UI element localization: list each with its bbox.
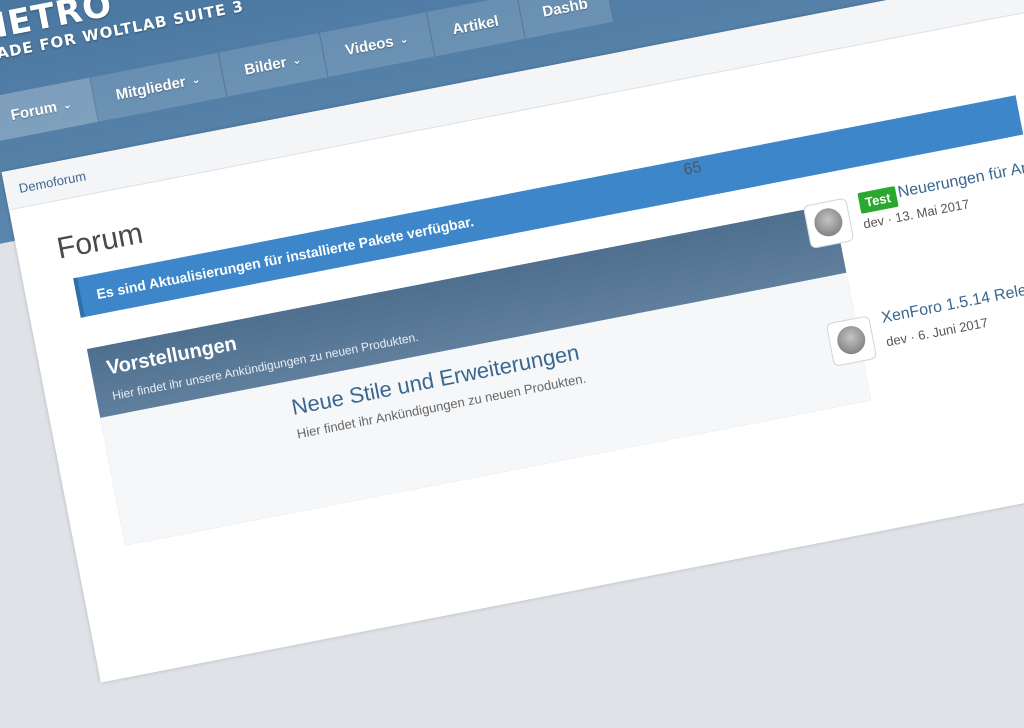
page-stage: METRO MADE FOR WOLTLAB SUITE 3 Forum ⌄ M…	[0, 0, 1024, 683]
chevron-down-icon: ⌄	[61, 98, 74, 113]
nav-label: Videos	[343, 33, 396, 60]
last-post-author[interactable]: dev	[862, 213, 885, 232]
nav-label: Mitglieder	[114, 73, 188, 104]
nav-label: Bilder	[242, 53, 288, 79]
nav-label: Dashb	[540, 0, 590, 21]
board-post-count: 65	[682, 158, 703, 179]
thread-label-badge: Test	[857, 186, 899, 214]
last-post-title-link[interactable]: XenForo 1.5.14 Released	[880, 275, 1024, 327]
chevron-down-icon: ⌄	[291, 53, 303, 68]
avatar[interactable]	[825, 315, 878, 367]
nav-label: Artikel	[450, 12, 501, 39]
user-avatar-icon	[834, 323, 868, 357]
chevron-down-icon: ⌄	[190, 73, 202, 88]
user-avatar-icon	[811, 205, 845, 239]
chevron-down-icon: ⌄	[398, 33, 410, 47]
page-title: Forum	[54, 216, 146, 266]
last-post-author[interactable]: dev	[885, 331, 908, 350]
last-post-title-link[interactable]: Neuerungen für Anwen	[896, 153, 1024, 202]
breadcrumb-link-demoforum[interactable]: Demoforum	[18, 168, 88, 196]
nav-label: Forum	[9, 98, 59, 125]
avatar[interactable]	[802, 197, 855, 250]
